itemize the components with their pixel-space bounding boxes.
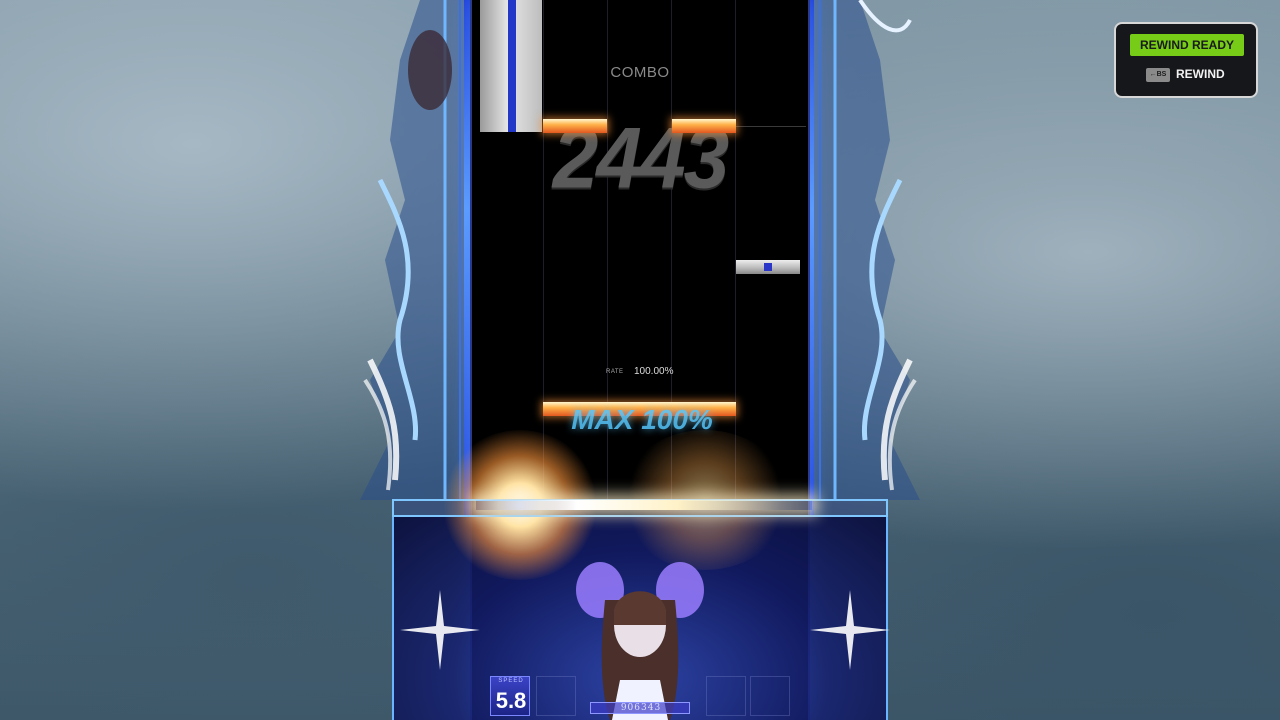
score-value: 906343: [620, 703, 662, 713]
rewind-panel[interactable]: REWIND READY ←BS REWIND: [1114, 22, 1258, 98]
fx-note: [543, 119, 607, 133]
sparkle-icon: [400, 590, 480, 670]
speed-label: SPEED: [498, 678, 524, 684]
score-display: 906343: [590, 702, 690, 714]
game-screen: COMBO 2443 RATE 100.00% MAX 100% SPEED 5…: [0, 0, 1280, 720]
combo-label: COMBO: [610, 64, 670, 81]
rate-label: RATE: [606, 369, 624, 375]
speed-display: SPEED 5.8: [490, 676, 530, 716]
empty-slot: [750, 676, 790, 716]
button-note-core: [764, 263, 772, 271]
lane-separator: [543, 0, 544, 500]
empty-slot: [706, 676, 746, 716]
rate-value: 100.00%: [634, 366, 674, 377]
button-note: [736, 260, 800, 274]
judgment-line: [476, 500, 812, 510]
rewind-button-label[interactable]: REWIND: [1176, 67, 1225, 81]
backspace-key-icon: ←BS: [1146, 68, 1170, 82]
lane-border-left: [464, 0, 470, 520]
lane-separator: [735, 0, 736, 500]
empty-slot: [536, 676, 576, 716]
speed-value: 5.8: [495, 688, 527, 713]
sparkle-icon: [810, 590, 890, 670]
lane-border-right: [808, 0, 814, 520]
rate-display: RATE 100.00%: [600, 366, 720, 380]
fx-note: [672, 119, 736, 133]
character-portrait: [576, 562, 704, 720]
rewind-ready-badge: REWIND READY: [1130, 34, 1244, 56]
long-note-core: [508, 0, 516, 132]
